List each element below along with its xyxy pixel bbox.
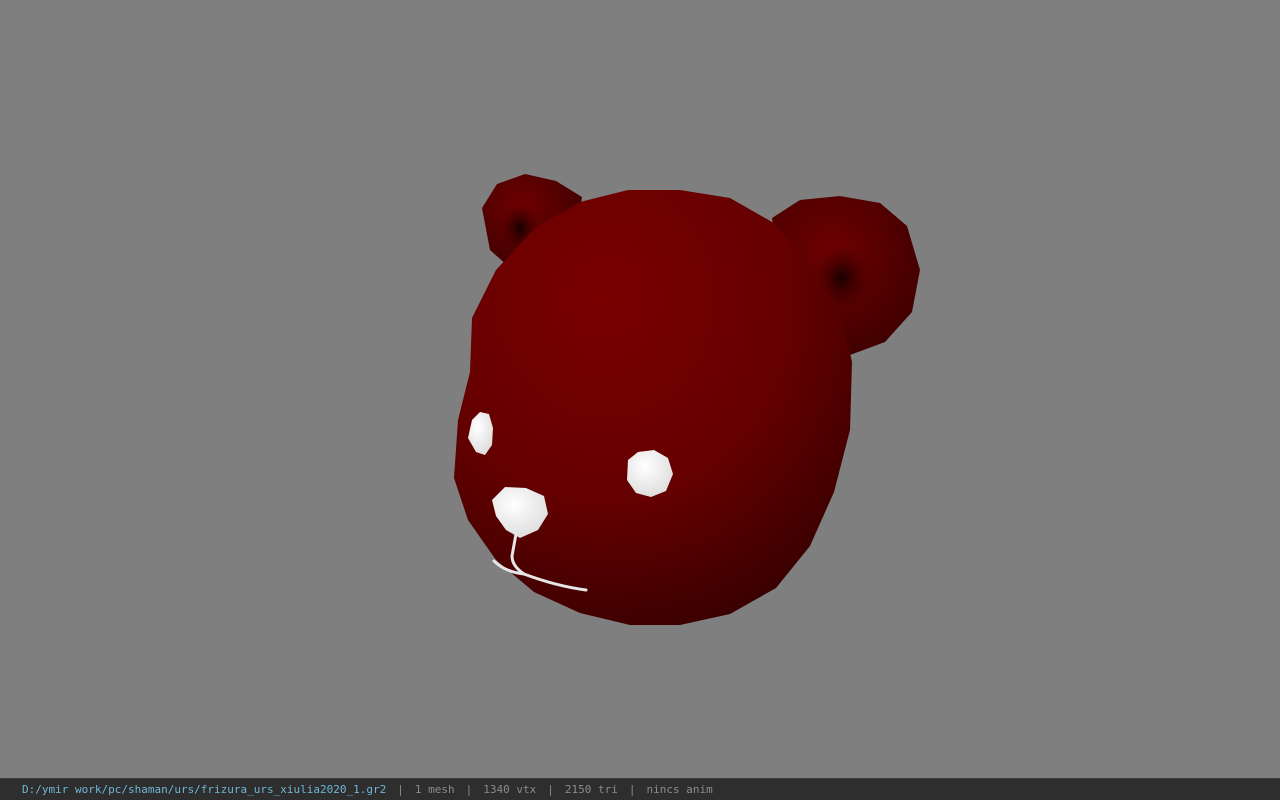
status-separator: | bbox=[397, 782, 404, 796]
vertex-count-label: 1340 vtx bbox=[483, 782, 537, 796]
triangle-count-label: 2150 tri bbox=[564, 782, 618, 796]
mesh-count-label: 1 mesh bbox=[414, 782, 455, 796]
status-separator: | bbox=[547, 782, 554, 796]
right-eye bbox=[627, 450, 673, 497]
status-bar: D:/ymir work/pc/shaman/urs/frizura_urs_x… bbox=[0, 778, 1280, 800]
status-separator: | bbox=[628, 782, 636, 796]
status-separator: | bbox=[465, 782, 473, 796]
file-path-label: D:/ymir work/pc/shaman/urs/frizura_urs_x… bbox=[22, 782, 387, 796]
animation-status-label: nincs anim bbox=[646, 782, 713, 796]
3d-viewport[interactable] bbox=[0, 0, 1280, 778]
bear-head-model bbox=[454, 174, 920, 625]
